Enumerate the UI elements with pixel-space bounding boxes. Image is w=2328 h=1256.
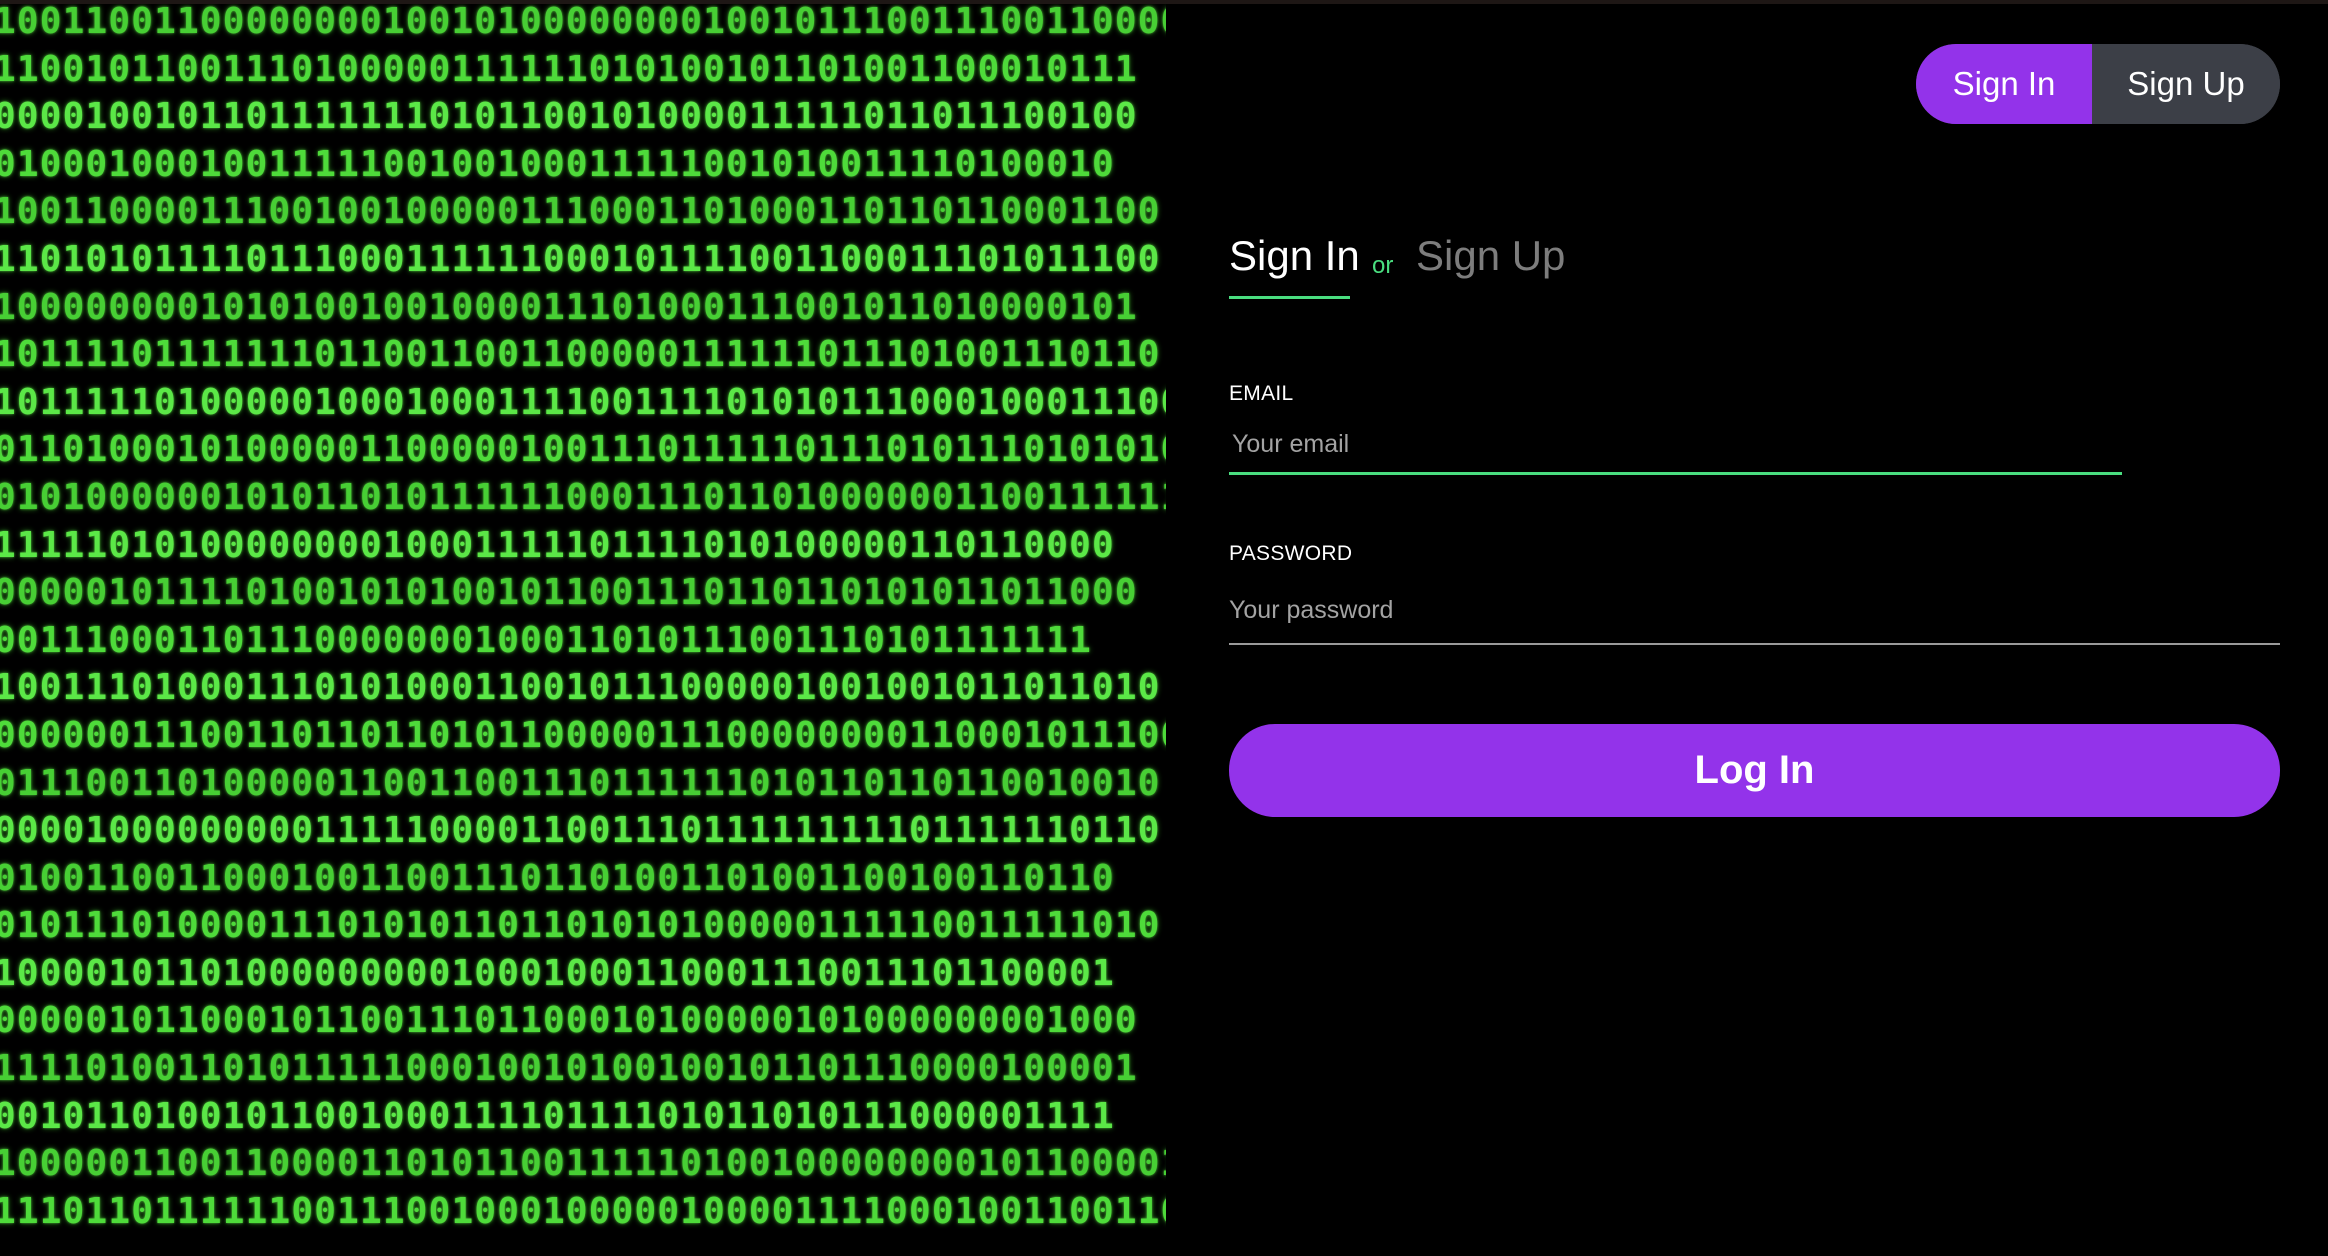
- email-label: EMAIL: [1229, 382, 1294, 405]
- binary-line: 0000010111101001010100101100111011011010…: [0, 572, 1138, 614]
- binary-line: 0011100011011100000001000110101110011101…: [0, 619, 1092, 661]
- active-tab-underline: [1229, 296, 1350, 299]
- binary-line: 0110100010100000110000010011101111101110…: [0, 429, 1166, 471]
- binary-line: 1111010011010111110001001010010010110111…: [0, 1048, 1138, 1090]
- password-label: PASSWORD: [1229, 542, 1353, 565]
- tab-separator-text: or: [1372, 252, 1394, 279]
- tab-sign-up[interactable]: Sign Up: [1416, 232, 1565, 280]
- auth-panel: [1166, 4, 2328, 1256]
- binary-line: 0000001110011011011010110000011100000000…: [0, 714, 1166, 756]
- auth-mode-toggle: Sign In Sign Up: [1916, 44, 2280, 124]
- password-input[interactable]: [1229, 590, 2279, 630]
- binary-code-text: 1001100110000000010010100000000100101110…: [0, 4, 1166, 1235]
- binary-line: 1001100001110010010000011100011010001101…: [0, 191, 1161, 233]
- binary-line: 1001110100011101010001100101110000010010…: [0, 667, 1161, 709]
- binary-line: 0010110100101100100011110111101011010111…: [0, 1095, 1115, 1137]
- binary-line: 0000010110001011001110110001010000010100…: [0, 1000, 1138, 1042]
- password-input-underline: [1229, 643, 2280, 645]
- binary-line: 0111001101000001100110011101111110101101…: [0, 762, 1161, 804]
- log-in-button[interactable]: Log In: [1229, 724, 2280, 817]
- binary-line: 0000100101101111111010110010100001111101…: [0, 96, 1138, 138]
- toggle-sign-up-button[interactable]: Sign Up: [2092, 44, 2280, 124]
- tab-sign-in[interactable]: Sign In: [1229, 232, 1360, 280]
- binary-line: 1110110111111001110010001000001000011110…: [0, 1190, 1166, 1232]
- binary-line: 1000010110100000000010001000110001110011…: [0, 952, 1115, 994]
- binary-line: 1100101100111010000011111101010010110100…: [0, 48, 1138, 90]
- email-input[interactable]: [1232, 424, 2120, 464]
- binary-line: 1111101010000000010001111101111010100000…: [0, 524, 1115, 566]
- binary-line: 0101000000101011010111111000111011010000…: [0, 476, 1166, 518]
- binary-line: 1001100110000000010010100000000100101110…: [0, 4, 1166, 42]
- binary-line: 1101010111101110001111110001011110011000…: [0, 238, 1161, 280]
- toggle-sign-in-button[interactable]: Sign In: [1916, 44, 2092, 124]
- binary-line: 0100010001001111100100100011111001010011…: [0, 143, 1115, 185]
- binary-line: 1000001100110000110101100111110100100000…: [0, 1143, 1166, 1185]
- binary-background-panel: 1001100110000000010010100000000100101110…: [0, 4, 1166, 1256]
- binary-line: 1000000001010100100100001110100011100101…: [0, 286, 1138, 328]
- binary-line: 0000100000000011111000011001110111111111…: [0, 810, 1161, 852]
- binary-line: 0101110100001110101011011010101000001111…: [0, 905, 1161, 947]
- email-input-underline: [1229, 472, 2122, 475]
- binary-line: 0100110011000100110011101101001101001100…: [0, 857, 1115, 899]
- auth-page: 1001100110000000010010100000000100101110…: [0, 0, 2328, 1256]
- binary-line: 1011111010000010001000111100111101010111…: [0, 381, 1166, 423]
- binary-line: 1011110111111101100110011000001111110111…: [0, 334, 1161, 376]
